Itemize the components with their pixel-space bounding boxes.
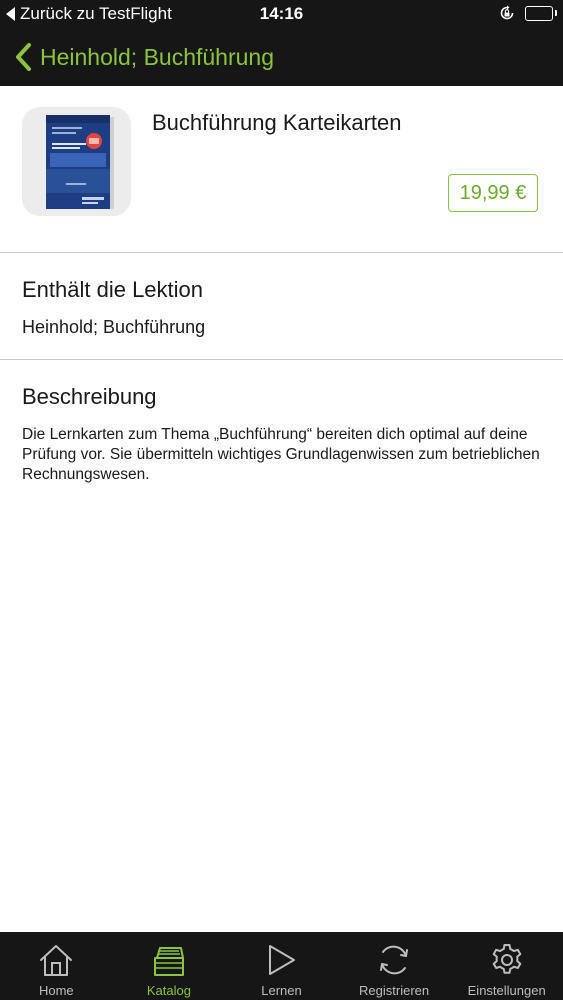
rotation-lock-icon xyxy=(499,5,515,21)
tab-einstellungen-label: Einstellungen xyxy=(467,983,546,998)
navigation-bar: Heinhold; Buchführung xyxy=(0,28,563,86)
tab-lernen-label: Lernen xyxy=(261,983,302,998)
tab-lernen[interactable]: Lernen xyxy=(225,932,338,1000)
battery-icon xyxy=(525,5,557,21)
nav-back-button[interactable]: Heinhold; Buchführung xyxy=(14,28,274,86)
tab-home[interactable]: Home xyxy=(0,932,113,1000)
lesson-section-heading: Enthält die Lektion xyxy=(22,277,204,302)
product-header: Buchführung Karteikarten 19,99 € xyxy=(0,86,563,252)
status-time: 14:16 xyxy=(259,4,304,23)
tab-katalog-label: Katalog xyxy=(146,983,191,998)
status-bar: Zurück zu TestFlight 14:16 xyxy=(0,0,563,28)
description-section-heading: Beschreibung xyxy=(22,384,157,409)
tab-katalog[interactable]: Katalog xyxy=(113,932,226,1000)
tab-einstellungen[interactable]: Einstellungen xyxy=(450,932,563,1000)
refresh-icon xyxy=(375,941,413,979)
status-indicators xyxy=(499,5,557,21)
nav-title: Heinhold; Buchführung xyxy=(40,43,274,70)
divider xyxy=(0,252,563,253)
product-cover-image[interactable] xyxy=(22,107,131,216)
tab-bar: Home Katalog Lernen Registrieren Einstel… xyxy=(0,932,563,1000)
books-icon xyxy=(150,941,188,979)
tab-home-label: Home xyxy=(38,983,74,998)
lesson-section-value: Heinhold; Buchführung xyxy=(22,317,206,337)
divider xyxy=(0,359,563,360)
tab-registrieren[interactable]: Registrieren xyxy=(338,932,451,1000)
book-cover-icon xyxy=(22,107,131,216)
house-icon xyxy=(37,941,75,979)
product-title: Buchführung Karteikarten xyxy=(152,110,402,135)
description-text: Die Lernkarten zum Thema „Buchführung“ b… xyxy=(22,426,540,483)
play-icon xyxy=(262,941,300,979)
tab-registrieren-label: Registrieren xyxy=(359,983,430,998)
price-button[interactable]: 19,99 € xyxy=(448,174,538,212)
gear-icon xyxy=(488,941,526,979)
chevron-left-icon xyxy=(16,43,31,71)
